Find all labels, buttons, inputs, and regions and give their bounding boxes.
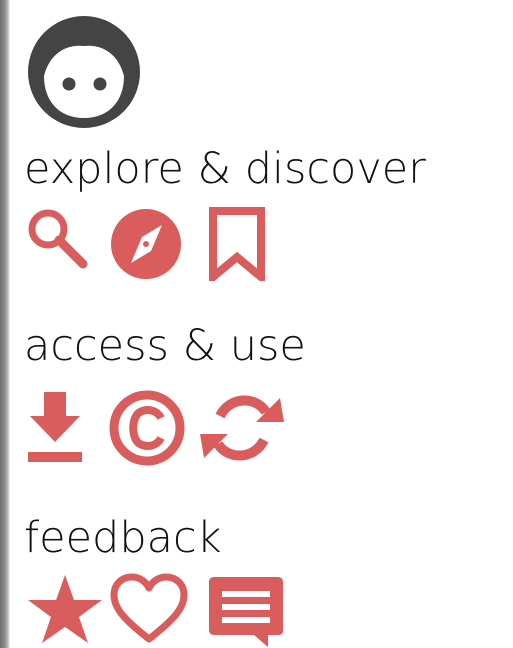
compass-icon[interactable] [107,207,185,281]
section-title-explore-discover: explore & discover [24,144,426,194]
sync-icon[interactable] [196,390,288,466]
copyright-icon[interactable] [103,390,191,466]
search-icon[interactable] [24,205,90,271]
comment-icon[interactable] [206,573,286,648]
avatar-icon[interactable] [24,14,144,129]
heart-icon[interactable] [108,573,190,645]
star-icon[interactable] [24,573,106,645]
download-icon[interactable] [24,390,86,465]
window-left-edge [0,0,10,648]
section-title-feedback: feedback [24,513,222,563]
bookmark-icon[interactable] [207,207,267,281]
section-title-access-use: access & use [24,321,306,371]
